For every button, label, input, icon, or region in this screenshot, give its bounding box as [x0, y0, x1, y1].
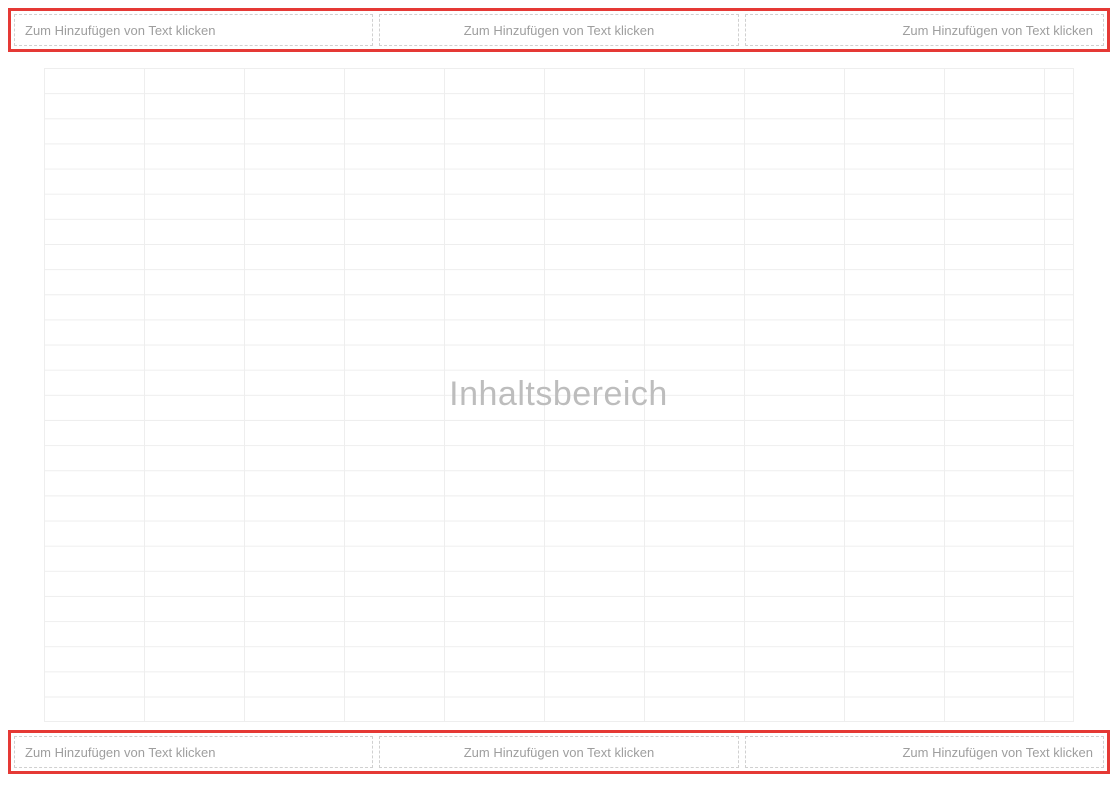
- header-highlight: Zum Hinzufügen von Text klicken Zum Hinz…: [8, 8, 1110, 52]
- header-placeholder-row: Zum Hinzufügen von Text klicken Zum Hinz…: [14, 14, 1104, 46]
- footer-placeholder-center[interactable]: Zum Hinzufügen von Text klicken: [379, 736, 738, 768]
- header-placeholder-right-label: Zum Hinzufügen von Text klicken: [902, 23, 1093, 38]
- footer-placeholder-right[interactable]: Zum Hinzufügen von Text klicken: [745, 736, 1104, 768]
- header-placeholder-center-label: Zum Hinzufügen von Text klicken: [464, 23, 655, 38]
- content-area-label: Inhaltsbereich: [449, 375, 668, 414]
- footer-placeholder-left-label: Zum Hinzufügen von Text klicken: [25, 745, 216, 760]
- footer-placeholder-row: Zum Hinzufügen von Text klicken Zum Hinz…: [14, 736, 1104, 768]
- header-placeholder-left[interactable]: Zum Hinzufügen von Text klicken: [14, 14, 373, 46]
- content-area[interactable]: Inhaltsbereich: [44, 68, 1074, 722]
- header-placeholder-left-label: Zum Hinzufügen von Text klicken: [25, 23, 216, 38]
- footer-placeholder-center-label: Zum Hinzufügen von Text klicken: [464, 745, 655, 760]
- footer-highlight: Zum Hinzufügen von Text klicken Zum Hinz…: [8, 730, 1110, 774]
- header-placeholder-center[interactable]: Zum Hinzufügen von Text klicken: [379, 14, 738, 46]
- header-placeholder-right[interactable]: Zum Hinzufügen von Text klicken: [745, 14, 1104, 46]
- footer-placeholder-left[interactable]: Zum Hinzufügen von Text klicken: [14, 736, 373, 768]
- footer-placeholder-right-label: Zum Hinzufügen von Text klicken: [902, 745, 1093, 760]
